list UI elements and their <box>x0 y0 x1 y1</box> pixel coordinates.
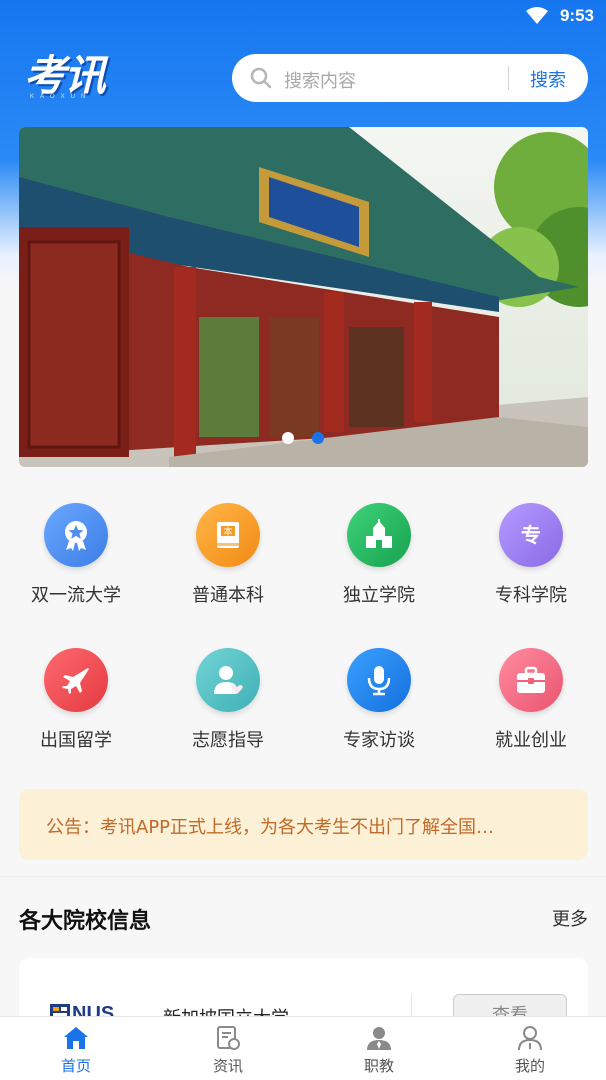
category-icon-bg <box>499 648 563 712</box>
zhuan-badge-icon: 专 <box>521 523 541 547</box>
category-label: 普通本科 <box>192 585 264 606</box>
category-vocational-college[interactable]: 专 专科学院 <box>456 503 606 613</box>
category-icon-bg: 本 <box>196 503 260 567</box>
category-label: 就业创业 <box>495 730 567 751</box>
tab-label: 我的 <box>514 1057 545 1075</box>
bottom-tab-bar: 首页 资讯 职教 我的 <box>0 1016 606 1080</box>
category-study-abroad[interactable]: 出国留学 <box>1 648 151 758</box>
teacher-icon <box>367 1027 391 1050</box>
category-employment-startup[interactable]: 就业创业 <box>456 648 606 758</box>
tab-news[interactable]: 资讯 <box>152 1017 304 1080</box>
category-label: 双一流大学 <box>31 585 121 606</box>
tab-profile[interactable]: 我的 <box>454 1017 606 1080</box>
logo-subtext: KAOXUN <box>30 94 92 100</box>
category-label: 专家访谈 <box>343 730 415 751</box>
book-icon: 本 <box>217 522 239 548</box>
banner-image <box>19 127 588 467</box>
category-icon-bg: 专 <box>499 503 563 567</box>
category-expert-interview[interactable]: 专家访谈 <box>304 648 454 758</box>
news-icon <box>217 1026 240 1050</box>
category-icon-bg <box>347 503 411 567</box>
briefcase-icon <box>517 666 545 693</box>
status-bar: 9:53 <box>0 0 606 34</box>
category-icon-bg <box>347 648 411 712</box>
category-independent-college[interactable]: 独立学院 <box>304 503 454 613</box>
section-title: 各大院校信息 <box>19 909 152 934</box>
category-label: 专科学院 <box>495 585 567 606</box>
tab-label: 资讯 <box>212 1057 243 1075</box>
banner-dot-1[interactable] <box>282 432 294 444</box>
category-application-guidance[interactable]: 志愿指导 <box>153 648 303 758</box>
school-building-icon <box>366 519 392 548</box>
category-label: 志愿指导 <box>192 730 264 751</box>
microphone-icon <box>367 666 391 696</box>
banner-dot-2[interactable] <box>312 432 324 444</box>
profile-icon <box>518 1026 542 1051</box>
medal-star-icon <box>65 521 87 551</box>
app-logo: 考讯 KAOXUN <box>24 54 130 102</box>
banner-carousel[interactable] <box>19 127 588 467</box>
user-heart-icon <box>214 666 243 694</box>
svg-text:专: 专 <box>521 523 541 547</box>
section-divider <box>0 876 606 877</box>
category-label: 出国留学 <box>40 730 112 751</box>
airplane-icon <box>62 668 89 694</box>
more-link[interactable]: 更多 <box>552 905 588 931</box>
category-icon-bg <box>44 503 108 567</box>
category-double-first-class[interactable]: 双一流大学 <box>1 503 151 613</box>
search-input[interactable]: 搜索内容 <box>284 67 356 93</box>
category-icon-bg <box>44 648 108 712</box>
logo-text: 考讯 <box>24 51 106 100</box>
home-icon <box>64 1027 88 1049</box>
announcement-banner[interactable]: 公告：考讯APP正式上线，为各大考生不出门了解全国… <box>19 789 588 860</box>
category-icon-bg <box>196 648 260 712</box>
search-divider <box>508 66 509 90</box>
tab-vocational[interactable]: 职教 <box>303 1017 455 1080</box>
announcement-text: 公告：考讯APP正式上线，为各大考生不出门了解全国… <box>46 817 495 838</box>
wifi-icon <box>526 7 548 24</box>
category-regular-undergrad[interactable]: 本 普通本科 <box>153 503 303 613</box>
category-label: 独立学院 <box>343 585 415 606</box>
search-button[interactable]: 搜索 <box>518 66 578 92</box>
status-time: 9:53 <box>559 6 594 25</box>
search-icon <box>250 67 272 89</box>
tab-home[interactable]: 首页 <box>0 1017 152 1080</box>
tab-label: 首页 <box>60 1057 91 1075</box>
svg-text:本: 本 <box>223 526 232 538</box>
tab-label: 职教 <box>363 1057 394 1075</box>
search-bar[interactable]: 搜索内容 搜索 <box>232 54 588 102</box>
